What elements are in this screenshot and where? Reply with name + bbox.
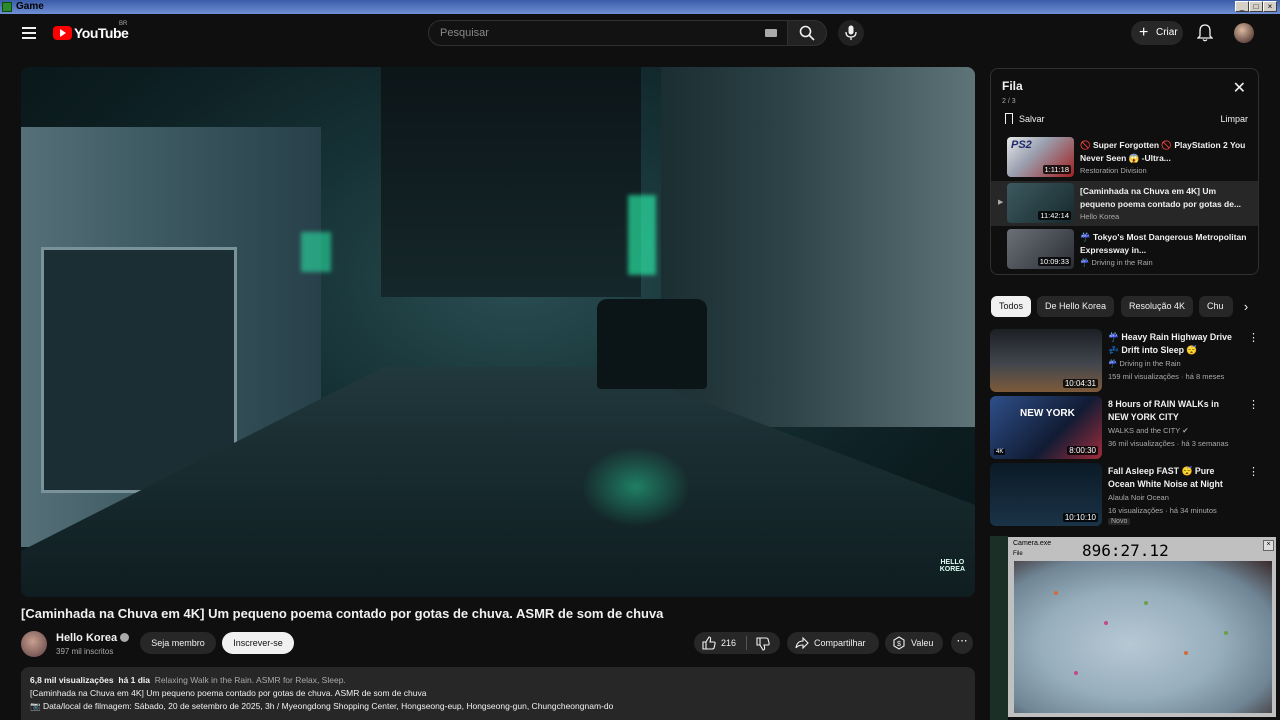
create-button[interactable]: + Criar xyxy=(1131,21,1183,45)
play-logo-icon xyxy=(53,26,72,40)
share-icon xyxy=(795,637,809,649)
now-playing-icon: ▶ xyxy=(998,199,1004,206)
new-badge: Novo xyxy=(1108,518,1131,525)
queue-thumbnail: 10:09:33 xyxy=(1007,229,1074,269)
verified-icon xyxy=(120,633,130,642)
description-line: 📷 Data/local de filmagem: Sábado, 20 de … xyxy=(30,701,614,711)
minimize-button[interactable]: _ xyxy=(1235,1,1249,12)
upload-age: há 1 dia xyxy=(118,675,151,685)
close-window-button[interactable]: × xyxy=(1263,1,1277,12)
more-actions-button[interactable]: ⋯ xyxy=(951,632,973,654)
description-box[interactable]: 6,8 mil visualizações há 1 dia Relaxing … xyxy=(21,667,975,720)
queue-thumbnail: PS2 1:11:18 xyxy=(1007,137,1074,177)
notifications-bell-icon[interactable] xyxy=(1197,24,1213,42)
more-options-icon[interactable]: ⋮ xyxy=(1248,331,1259,344)
create-label: Criar xyxy=(1156,27,1178,38)
keyboard-icon[interactable] xyxy=(765,29,777,37)
maximize-button[interactable]: □ xyxy=(1249,1,1263,12)
bookmark-icon xyxy=(1005,113,1013,124)
queue-item-current[interactable]: ▶ 11:42:14 [Caminhada na Chuva em 4K] Um… xyxy=(991,181,1258,226)
chip-from-channel[interactable]: De Hello Korea xyxy=(1037,296,1115,317)
like-icon[interactable] xyxy=(702,636,716,650)
queue-item[interactable]: 10:09:33 ☔ Tokyo's Most Dangerous Metrop… xyxy=(991,227,1258,272)
filter-chips: Todos De Hello Korea Resolução 4K Chu › xyxy=(990,296,1260,318)
close-icon[interactable]: × xyxy=(1263,540,1274,551)
video-thumbnail: NEW YORK 4K 8:00:30 xyxy=(990,396,1102,459)
search-icon xyxy=(799,25,815,41)
timer-readout: 896:27.12 xyxy=(1082,541,1169,560)
recommendation-item[interactable]: NEW YORK 4K 8:00:30 8 Hours of RAIN WALK… xyxy=(990,396,1260,460)
video-player[interactable]: HELLO KOREA xyxy=(21,67,975,597)
overlay-menu[interactable]: File xyxy=(1013,551,1023,557)
view-count: 6,8 mil visualizações xyxy=(30,675,114,685)
plus-icon: + xyxy=(1139,24,1149,41)
account-avatar[interactable] xyxy=(1234,23,1254,43)
partially-hidden-thumbnails xyxy=(990,536,1008,720)
svg-text:$: $ xyxy=(897,641,901,648)
more-options-icon[interactable]: ⋮ xyxy=(1248,398,1259,411)
queue-title: Fila xyxy=(1002,79,1023,93)
recommendation-item[interactable]: 10:10:10 Fall Asleep FAST 😴 Pure Ocean W… xyxy=(990,463,1260,527)
chip-all[interactable]: Todos xyxy=(991,296,1032,317)
queue-count: 2 / 3 xyxy=(1002,98,1016,105)
join-button[interactable]: Seja membro xyxy=(140,632,216,654)
video-thumbnail: 10:04:31 xyxy=(990,329,1102,392)
subscribe-button[interactable]: Inscrever-se xyxy=(222,632,294,654)
chevron-right-icon[interactable]: › xyxy=(1235,296,1257,318)
dislike-icon[interactable] xyxy=(756,637,770,651)
close-icon[interactable]: ✕ xyxy=(1233,81,1246,97)
thanks-button[interactable]: $ Valeu xyxy=(885,632,943,654)
queue-panel: Fila 2 / 3 ✕ Salvar Limpar PS2 1:11:18 🚫… xyxy=(990,68,1259,275)
camera-overlay-window[interactable]: Camera.exe × File 896:27.12 xyxy=(1008,537,1276,717)
window-titlebar: Game _ □ × xyxy=(0,0,1280,14)
subscriber-count: 397 mil inscritos xyxy=(56,647,114,656)
queue-item[interactable]: PS2 1:11:18 🚫 Super Forgotten 🚫 PlayStat… xyxy=(991,135,1258,180)
menu-icon[interactable] xyxy=(22,27,36,39)
logo-country: BR xyxy=(119,21,128,27)
video-title: [Caminhada na Chuva em 4K] Um pequeno po… xyxy=(21,606,664,621)
description-tags: Relaxing Walk in the Rain. ASMR for Rela… xyxy=(154,675,346,685)
more-options-icon[interactable]: ⋮ xyxy=(1248,465,1259,478)
app-icon xyxy=(2,2,12,12)
save-queue-button[interactable]: Salvar xyxy=(1005,113,1045,124)
queue-thumbnail: 11:42:14 xyxy=(1007,183,1074,223)
like-dislike-group: 216 xyxy=(694,632,780,654)
webcam-feed xyxy=(1014,561,1272,713)
chip-partial[interactable]: Chu xyxy=(1199,296,1233,317)
video-thumbnail: 10:10:10 xyxy=(990,463,1102,526)
channel-avatar[interactable] xyxy=(21,631,47,657)
microphone-icon xyxy=(845,25,857,40)
video-frame-building-right xyxy=(661,67,975,427)
share-button[interactable]: Compartilhar xyxy=(787,632,879,654)
logo-text: YouTube xyxy=(74,25,129,41)
youtube-header: YouTube BR Pesquisar + Criar xyxy=(0,14,1280,52)
search-placeholder: Pesquisar xyxy=(440,27,489,39)
chip-4k[interactable]: Resolução 4K xyxy=(1121,296,1194,317)
voice-search-button[interactable] xyxy=(838,20,864,46)
clear-queue-button[interactable]: Limpar xyxy=(1220,114,1248,124)
recommendation-item[interactable]: 10:04:31 ☔ Heavy Rain Highway Drive 💤 Dr… xyxy=(990,329,1260,393)
description-line: [Caminhada na Chuva em 4K] Um pequeno po… xyxy=(30,688,427,698)
super-thanks-icon: $ xyxy=(893,636,905,650)
channel-watermark: HELLO KOREA xyxy=(939,559,965,573)
window-title: Game xyxy=(16,1,44,12)
like-count: 216 xyxy=(721,638,737,648)
channel-name[interactable]: Hello Korea xyxy=(56,632,130,644)
search-input[interactable]: Pesquisar xyxy=(428,20,788,46)
video-frame-car xyxy=(597,299,707,389)
search-button[interactable] xyxy=(787,20,827,46)
